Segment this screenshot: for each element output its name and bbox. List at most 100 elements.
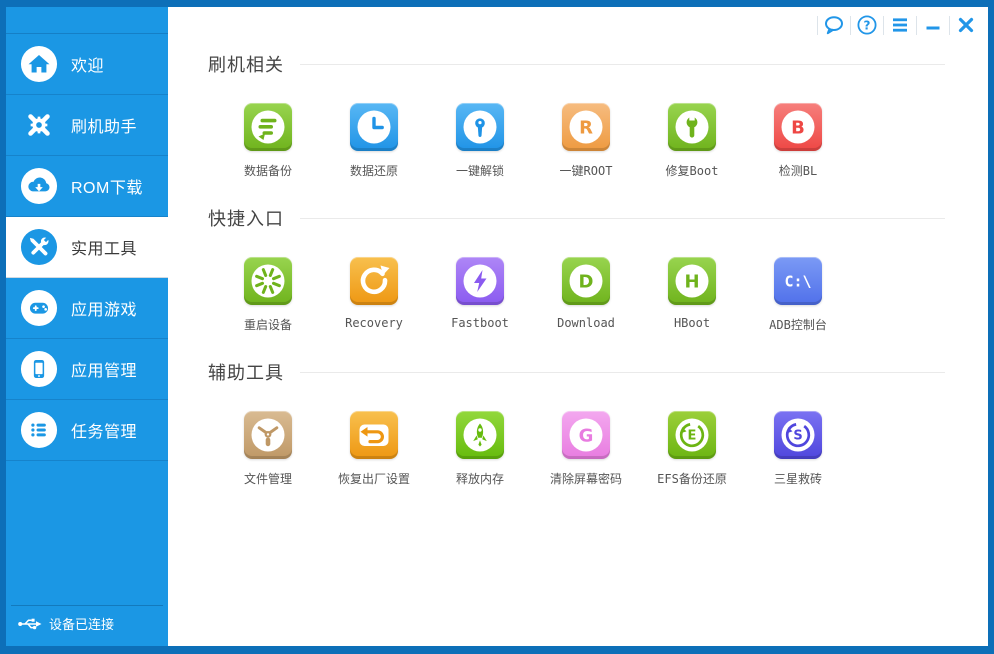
question-icon: ? [856,14,878,36]
tool-label: Fastboot [451,316,509,330]
sidebar-item-2[interactable]: ROM下载 [6,156,168,217]
section-header: 辅助工具 [208,359,945,385]
feedback-button[interactable] [818,11,850,39]
tool-label: Download [557,316,615,330]
minimize-button[interactable] [917,11,949,39]
section-divider [300,64,945,65]
tool-Download[interactable]: D Download [533,257,639,333]
section-header: 刷机相关 [208,51,945,77]
sidebar-item-6[interactable]: 任务管理 [6,400,168,461]
tool-文件管理[interactable]: 文件管理 [215,411,321,487]
tool-HBoot[interactable]: H HBoot [639,257,745,333]
tool-修复Boot[interactable]: 修复Boot [639,103,745,179]
tool-Fastboot[interactable]: Fastboot [427,257,533,333]
flash-tools-icon [20,106,58,144]
tool-label: 恢复出厂设置 [338,470,410,487]
tool-ADB控制台[interactable]: C:\ ADB控制台 [745,257,851,333]
tool-tile-icon: G [562,411,610,459]
tool-tile-icon [244,411,292,459]
svg-text:D: D [579,272,594,293]
main-panel: ? 刷机相关数据备份 数据还原 一键解锁 R 一键ROOT 修复Boot B检测BL 快捷入口… [168,7,988,646]
phone-icon [20,350,58,388]
tool-label: 数据备份 [244,162,292,179]
tool-label: 修复Boot [666,162,719,179]
tiles-row: 重启设备 Recovery Fastboot D Download H HBoot C:\ AD… [215,257,945,333]
usb-icon [18,616,42,631]
tool-一键ROOT[interactable]: R 一键ROOT [533,103,639,179]
tool-label: 三星救砖 [774,470,822,487]
tool-数据备份[interactable]: 数据备份 [215,103,321,179]
tool-Recovery[interactable]: Recovery [321,257,427,333]
utility-tools-icon [20,228,58,266]
sidebar-item-0[interactable]: 欢迎 [6,34,168,95]
cloud-download-icon [20,167,58,205]
tool-一键解锁[interactable]: 一键解锁 [427,103,533,179]
tool-清除屏幕密码[interactable]: G清除屏幕密码 [533,411,639,487]
tool-label: EFS备份还原 [657,470,727,487]
tool-tile-icon: E [668,411,716,459]
svg-text:B: B [791,118,805,139]
tool-tile-icon: H [668,257,716,305]
sidebar-nav: 欢迎刷机助手 ROM下载实用工具应用游戏应用管理任务管理 [6,33,168,461]
sidebar-item-label: 应用管理 [71,357,137,381]
svg-text:G: G [579,426,594,447]
tool-label: 一键解锁 [456,162,504,179]
menu-button[interactable] [884,11,916,39]
section-header: 快捷入口 [208,205,945,231]
tool-tile-icon [456,411,504,459]
device-status-label: 设备已连接 [49,614,114,633]
tool-tile-icon [456,103,504,151]
tiles-row: 数据备份 数据还原 一键解锁 R 一键ROOT 修复Boot B检测BL [215,103,945,179]
tool-label: ADB控制台 [769,316,827,333]
tool-label: 释放内存 [456,470,504,487]
close-icon [955,14,977,36]
close-button[interactable] [950,11,982,39]
section-divider [300,372,945,373]
sidebar-item-3[interactable]: 实用工具 [6,217,168,278]
tool-EFS备份还原[interactable]: E EFS备份还原 [639,411,745,487]
task-list-icon [20,411,58,449]
sidebar-item-label: ROM下载 [71,174,143,198]
tool-label: 重启设备 [244,316,292,333]
sidebar-item-label: 应用游戏 [71,296,137,320]
tool-重启设备[interactable]: 重启设备 [215,257,321,333]
section-divider [300,218,945,219]
tool-检测BL[interactable]: B检测BL [745,103,851,179]
tool-tile-icon: R [562,103,610,151]
section-title: 快捷入口 [208,205,284,231]
minimize-icon [922,14,944,36]
help-button[interactable]: ? [851,11,883,39]
tool-tile-icon [350,411,398,459]
tool-三星救砖[interactable]: S 三星救砖 [745,411,851,487]
sidebar-item-4[interactable]: 应用游戏 [6,278,168,339]
tool-tile-icon [350,103,398,151]
tool-tile-icon [456,257,504,305]
tool-label: 数据还原 [350,162,398,179]
sidebar-item-5[interactable]: 应用管理 [6,339,168,400]
tool-label: 一键ROOT [560,162,613,179]
sidebar-item-label: 欢迎 [71,52,104,76]
window-controls: ? [817,10,982,40]
tool-tile-icon: C:\ [774,257,822,305]
tool-释放内存[interactable]: 释放内存 [427,411,533,487]
tool-tile-icon: D [562,257,610,305]
tool-label: HBoot [674,316,710,330]
svg-text:E: E [688,429,697,444]
tool-恢复出厂设置[interactable]: 恢复出厂设置 [321,411,427,487]
section-0: 刷机相关数据备份 数据还原 一键解锁 R 一键ROOT 修复Boot B检测BL [208,51,945,179]
tool-tile-icon: S [774,411,822,459]
tool-label: 文件管理 [244,470,292,487]
home-icon [20,45,58,83]
tool-tile-icon [350,257,398,305]
tool-tile-icon: B [774,103,822,151]
tool-tile-icon [244,257,292,305]
tool-数据还原[interactable]: 数据还原 [321,103,427,179]
sidebar-item-1[interactable]: 刷机助手 [6,95,168,156]
sidebar-item-label: 实用工具 [71,235,137,259]
tool-tile-icon [244,103,292,151]
section-title: 刷机相关 [208,51,284,77]
section-1: 快捷入口重启设备 Recovery Fastboot D Download H HBoot C… [208,205,945,333]
tools-content: 刷机相关数据备份 数据还原 一键解锁 R 一键ROOT 修复Boot B检测BL 快捷入口重启… [168,7,988,487]
sidebar: 欢迎刷机助手 ROM下载实用工具应用游戏应用管理任务管理 设备已连接 [6,7,168,646]
svg-text:S: S [793,429,802,444]
